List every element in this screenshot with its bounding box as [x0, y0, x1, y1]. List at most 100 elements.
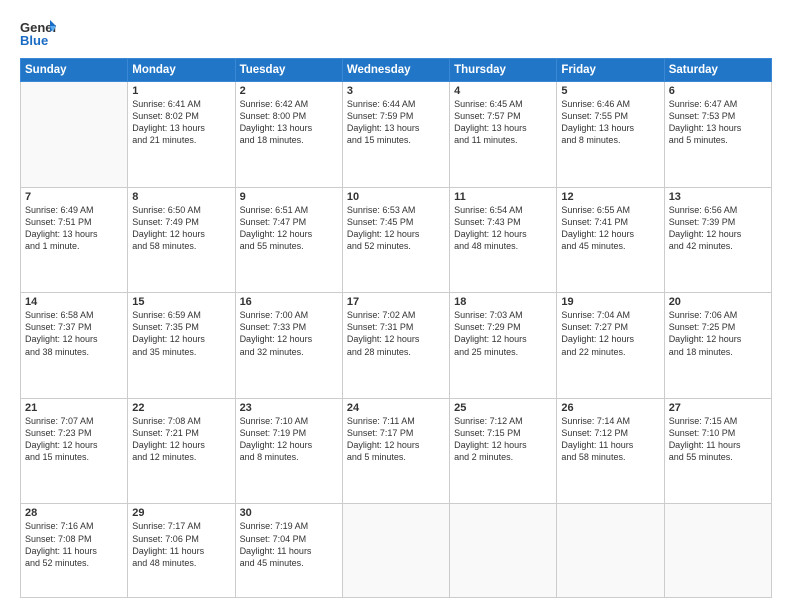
day-info: Sunrise: 6:51 AM Sunset: 7:47 PM Dayligh… — [240, 204, 338, 253]
day-info: Sunrise: 7:19 AM Sunset: 7:04 PM Dayligh… — [240, 520, 338, 569]
calendar-cell: 29Sunrise: 7:17 AM Sunset: 7:06 PM Dayli… — [128, 504, 235, 598]
day-number: 13 — [669, 191, 767, 203]
day-number: 10 — [347, 191, 445, 203]
weekday-header-saturday: Saturday — [664, 59, 771, 82]
day-number: 1 — [132, 85, 230, 97]
day-number: 20 — [669, 296, 767, 308]
logo-icon: General Blue — [20, 18, 56, 48]
day-number: 17 — [347, 296, 445, 308]
calendar-cell: 15Sunrise: 6:59 AM Sunset: 7:35 PM Dayli… — [128, 293, 235, 399]
day-info: Sunrise: 7:10 AM Sunset: 7:19 PM Dayligh… — [240, 415, 338, 464]
day-number: 26 — [561, 402, 659, 414]
calendar-cell: 1Sunrise: 6:41 AM Sunset: 8:02 PM Daylig… — [128, 82, 235, 188]
day-info: Sunrise: 7:00 AM Sunset: 7:33 PM Dayligh… — [240, 309, 338, 358]
calendar-cell: 16Sunrise: 7:00 AM Sunset: 7:33 PM Dayli… — [235, 293, 342, 399]
day-number: 8 — [132, 191, 230, 203]
day-number: 5 — [561, 85, 659, 97]
day-number: 22 — [132, 402, 230, 414]
day-number: 7 — [25, 191, 123, 203]
day-number: 3 — [347, 85, 445, 97]
calendar-cell: 4Sunrise: 6:45 AM Sunset: 7:57 PM Daylig… — [450, 82, 557, 188]
calendar-cell: 24Sunrise: 7:11 AM Sunset: 7:17 PM Dayli… — [342, 398, 449, 504]
calendar-cell: 2Sunrise: 6:42 AM Sunset: 8:00 PM Daylig… — [235, 82, 342, 188]
day-info: Sunrise: 7:12 AM Sunset: 7:15 PM Dayligh… — [454, 415, 552, 464]
calendar-cell — [664, 504, 771, 598]
weekday-header-wednesday: Wednesday — [342, 59, 449, 82]
day-info: Sunrise: 7:17 AM Sunset: 7:06 PM Dayligh… — [132, 520, 230, 569]
day-info: Sunrise: 7:03 AM Sunset: 7:29 PM Dayligh… — [454, 309, 552, 358]
day-info: Sunrise: 6:49 AM Sunset: 7:51 PM Dayligh… — [25, 204, 123, 253]
calendar-cell: 22Sunrise: 7:08 AM Sunset: 7:21 PM Dayli… — [128, 398, 235, 504]
day-info: Sunrise: 7:07 AM Sunset: 7:23 PM Dayligh… — [25, 415, 123, 464]
weekday-header-thursday: Thursday — [450, 59, 557, 82]
calendar-cell: 12Sunrise: 6:55 AM Sunset: 7:41 PM Dayli… — [557, 187, 664, 293]
calendar-cell — [21, 82, 128, 188]
calendar-cell: 5Sunrise: 6:46 AM Sunset: 7:55 PM Daylig… — [557, 82, 664, 188]
calendar-cell: 18Sunrise: 7:03 AM Sunset: 7:29 PM Dayli… — [450, 293, 557, 399]
day-number: 14 — [25, 296, 123, 308]
day-number: 16 — [240, 296, 338, 308]
day-info: Sunrise: 6:54 AM Sunset: 7:43 PM Dayligh… — [454, 204, 552, 253]
calendar-cell: 13Sunrise: 6:56 AM Sunset: 7:39 PM Dayli… — [664, 187, 771, 293]
week-row-1: 1Sunrise: 6:41 AM Sunset: 8:02 PM Daylig… — [21, 82, 772, 188]
day-info: Sunrise: 7:15 AM Sunset: 7:10 PM Dayligh… — [669, 415, 767, 464]
day-number: 4 — [454, 85, 552, 97]
day-number: 30 — [240, 507, 338, 519]
day-info: Sunrise: 7:02 AM Sunset: 7:31 PM Dayligh… — [347, 309, 445, 358]
calendar-cell: 19Sunrise: 7:04 AM Sunset: 7:27 PM Dayli… — [557, 293, 664, 399]
day-number: 18 — [454, 296, 552, 308]
day-info: Sunrise: 7:06 AM Sunset: 7:25 PM Dayligh… — [669, 309, 767, 358]
day-info: Sunrise: 6:58 AM Sunset: 7:37 PM Dayligh… — [25, 309, 123, 358]
day-info: Sunrise: 6:53 AM Sunset: 7:45 PM Dayligh… — [347, 204, 445, 253]
calendar-table: SundayMondayTuesdayWednesdayThursdayFrid… — [20, 58, 772, 598]
day-number: 23 — [240, 402, 338, 414]
day-info: Sunrise: 6:42 AM Sunset: 8:00 PM Dayligh… — [240, 98, 338, 147]
day-info: Sunrise: 6:55 AM Sunset: 7:41 PM Dayligh… — [561, 204, 659, 253]
calendar-cell: 3Sunrise: 6:44 AM Sunset: 7:59 PM Daylig… — [342, 82, 449, 188]
calendar-cell: 8Sunrise: 6:50 AM Sunset: 7:49 PM Daylig… — [128, 187, 235, 293]
weekday-header-monday: Monday — [128, 59, 235, 82]
weekday-header-row: SundayMondayTuesdayWednesdayThursdayFrid… — [21, 59, 772, 82]
day-number: 9 — [240, 191, 338, 203]
calendar-cell: 14Sunrise: 6:58 AM Sunset: 7:37 PM Dayli… — [21, 293, 128, 399]
calendar-cell — [450, 504, 557, 598]
day-info: Sunrise: 7:14 AM Sunset: 7:12 PM Dayligh… — [561, 415, 659, 464]
day-number: 24 — [347, 402, 445, 414]
day-number: 2 — [240, 85, 338, 97]
calendar-cell: 25Sunrise: 7:12 AM Sunset: 7:15 PM Dayli… — [450, 398, 557, 504]
calendar-cell: 28Sunrise: 7:16 AM Sunset: 7:08 PM Dayli… — [21, 504, 128, 598]
day-info: Sunrise: 6:44 AM Sunset: 7:59 PM Dayligh… — [347, 98, 445, 147]
day-number: 27 — [669, 402, 767, 414]
page: General Blue SundayMondayTuesdayWednesda… — [0, 0, 792, 612]
day-info: Sunrise: 6:50 AM Sunset: 7:49 PM Dayligh… — [132, 204, 230, 253]
weekday-header-friday: Friday — [557, 59, 664, 82]
calendar-cell: 20Sunrise: 7:06 AM Sunset: 7:25 PM Dayli… — [664, 293, 771, 399]
calendar-cell: 27Sunrise: 7:15 AM Sunset: 7:10 PM Dayli… — [664, 398, 771, 504]
week-row-2: 7Sunrise: 6:49 AM Sunset: 7:51 PM Daylig… — [21, 187, 772, 293]
day-number: 12 — [561, 191, 659, 203]
calendar-cell: 21Sunrise: 7:07 AM Sunset: 7:23 PM Dayli… — [21, 398, 128, 504]
calendar-cell: 26Sunrise: 7:14 AM Sunset: 7:12 PM Dayli… — [557, 398, 664, 504]
day-number: 11 — [454, 191, 552, 203]
day-info: Sunrise: 7:04 AM Sunset: 7:27 PM Dayligh… — [561, 309, 659, 358]
week-row-3: 14Sunrise: 6:58 AM Sunset: 7:37 PM Dayli… — [21, 293, 772, 399]
calendar-cell: 23Sunrise: 7:10 AM Sunset: 7:19 PM Dayli… — [235, 398, 342, 504]
day-number: 19 — [561, 296, 659, 308]
calendar-cell: 17Sunrise: 7:02 AM Sunset: 7:31 PM Dayli… — [342, 293, 449, 399]
day-info: Sunrise: 7:16 AM Sunset: 7:08 PM Dayligh… — [25, 520, 123, 569]
day-number: 15 — [132, 296, 230, 308]
calendar-cell: 11Sunrise: 6:54 AM Sunset: 7:43 PM Dayli… — [450, 187, 557, 293]
calendar-cell — [557, 504, 664, 598]
calendar-cell — [342, 504, 449, 598]
day-number: 21 — [25, 402, 123, 414]
calendar-cell: 30Sunrise: 7:19 AM Sunset: 7:04 PM Dayli… — [235, 504, 342, 598]
day-number: 29 — [132, 507, 230, 519]
weekday-header-tuesday: Tuesday — [235, 59, 342, 82]
week-row-5: 28Sunrise: 7:16 AM Sunset: 7:08 PM Dayli… — [21, 504, 772, 598]
logo: General Blue — [20, 18, 56, 48]
calendar-cell: 6Sunrise: 6:47 AM Sunset: 7:53 PM Daylig… — [664, 82, 771, 188]
day-info: Sunrise: 6:41 AM Sunset: 8:02 PM Dayligh… — [132, 98, 230, 147]
header: General Blue — [20, 18, 772, 48]
calendar-cell: 7Sunrise: 6:49 AM Sunset: 7:51 PM Daylig… — [21, 187, 128, 293]
weekday-header-sunday: Sunday — [21, 59, 128, 82]
